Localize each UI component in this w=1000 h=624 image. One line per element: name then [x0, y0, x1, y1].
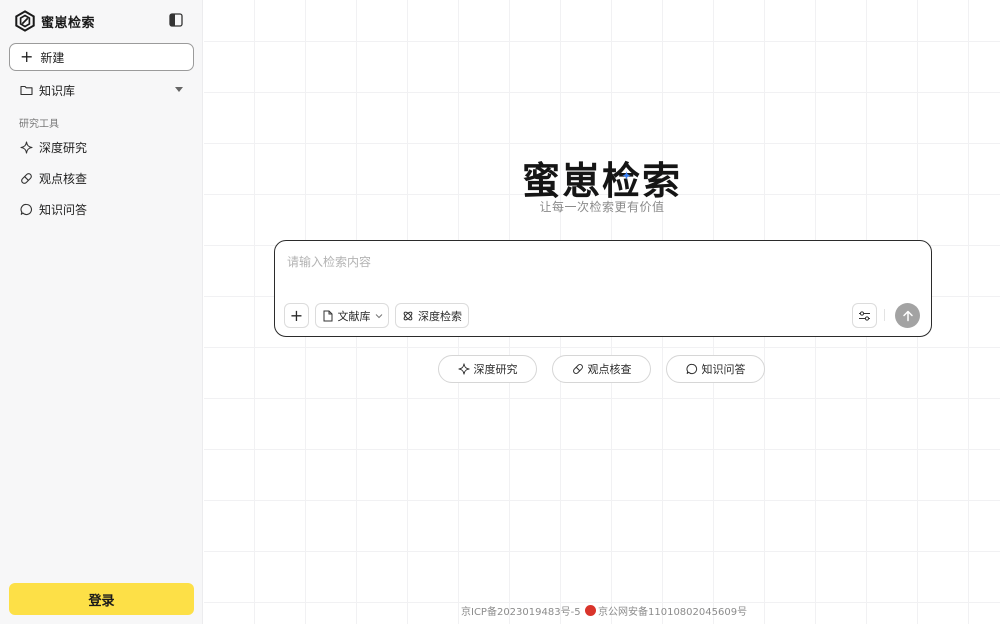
sparkle-icon [19, 140, 33, 154]
quick-action-label: 知识问答 [701, 363, 746, 376]
quick-action-knowledge-qa[interactable]: 知识问答 [666, 355, 765, 383]
sliders-icon [859, 310, 870, 321]
login-button[interactable]: 登录 [9, 583, 194, 615]
new-button-label: 新建 [40, 50, 65, 65]
plus-icon: + [20, 47, 34, 66]
sidebar: 蜜崽检索 + 新建 知识库 研究工具 深度研究 观点核查 知识问答 登录 [0, 0, 203, 624]
sidebar-item-knowledge-qa[interactable]: 知识问答 [9, 196, 194, 222]
pill-icon [572, 363, 584, 375]
caret-down-icon[interactable] [175, 87, 183, 92]
search-input[interactable] [287, 251, 907, 273]
sparkle-icon [457, 363, 470, 375]
footer-icp[interactable]: 京ICP备2023019483号-5 [461, 603, 581, 618]
pill-icon [19, 171, 33, 185]
folder-icon [19, 83, 33, 97]
hero-title: 蜜崽检索 [521, 159, 682, 203]
settings-button[interactable] [852, 303, 877, 328]
chat-bubble-icon [19, 202, 33, 216]
hero-subtitle: 让每一次检索更有价值 [539, 200, 665, 214]
section-title-research-tools: 研究工具 [19, 119, 59, 130]
new-button[interactable]: + 新建 [9, 43, 194, 71]
chevron-down-icon [375, 313, 382, 318]
quick-action-deep-research[interactable]: 深度研究 [438, 355, 537, 383]
police-record-link[interactable]: 京公网安备11010802045609号 [598, 603, 747, 618]
doc-library-dropdown[interactable]: 文献库 [315, 303, 389, 328]
quick-action-label: 观点核查 [587, 363, 632, 376]
sidebar-item-label: 知识问答 [39, 202, 88, 217]
brand-name: 蜜崽检索 [41, 15, 96, 31]
sidebar-item-label: 观点核查 [39, 171, 88, 186]
logo-icon [15, 10, 35, 32]
plus-icon: + [289, 305, 304, 325]
deep-search-label: 深度检索 [418, 309, 462, 323]
chat-bubble-icon [686, 363, 698, 375]
police-badge-icon [585, 605, 596, 616]
search-box: + 文献库 深度检索 [274, 240, 932, 337]
sidebar-item-label: 知识库 [39, 83, 76, 98]
quick-action-label: 深度研究 [473, 363, 518, 376]
document-icon [322, 310, 334, 322]
arrow-up-icon [902, 310, 913, 321]
icp-link[interactable]: 京ICP备2023019483号-5 [461, 603, 581, 618]
doc-library-label: 文献库 [337, 309, 371, 323]
sidebar-item-fact-check[interactable]: 观点核查 [9, 165, 194, 191]
divider [884, 309, 885, 321]
attach-button[interactable]: + [284, 303, 309, 328]
main-area: 蜜崽检索 让每一次检索更有价值 + 文献库 深度检索 [204, 0, 1000, 624]
sidebar-item-deep-research[interactable]: 深度研究 [9, 134, 194, 160]
sidebar-toggle-icon[interactable] [169, 13, 183, 27]
send-button[interactable] [895, 303, 920, 328]
sidebar-item-knowledge-base[interactable]: 知识库 [9, 77, 194, 103]
sidebar-item-label: 深度研究 [39, 140, 88, 155]
sparkle-icon [622, 171, 631, 180]
quick-action-fact-check[interactable]: 观点核查 [552, 355, 651, 383]
footer-police[interactable]: 京公网安备11010802045609号 [585, 603, 747, 618]
deep-search-toggle[interactable]: 深度检索 [395, 303, 469, 328]
atom-icon [402, 310, 414, 322]
brand[interactable]: 蜜崽检索 [14, 9, 95, 33]
